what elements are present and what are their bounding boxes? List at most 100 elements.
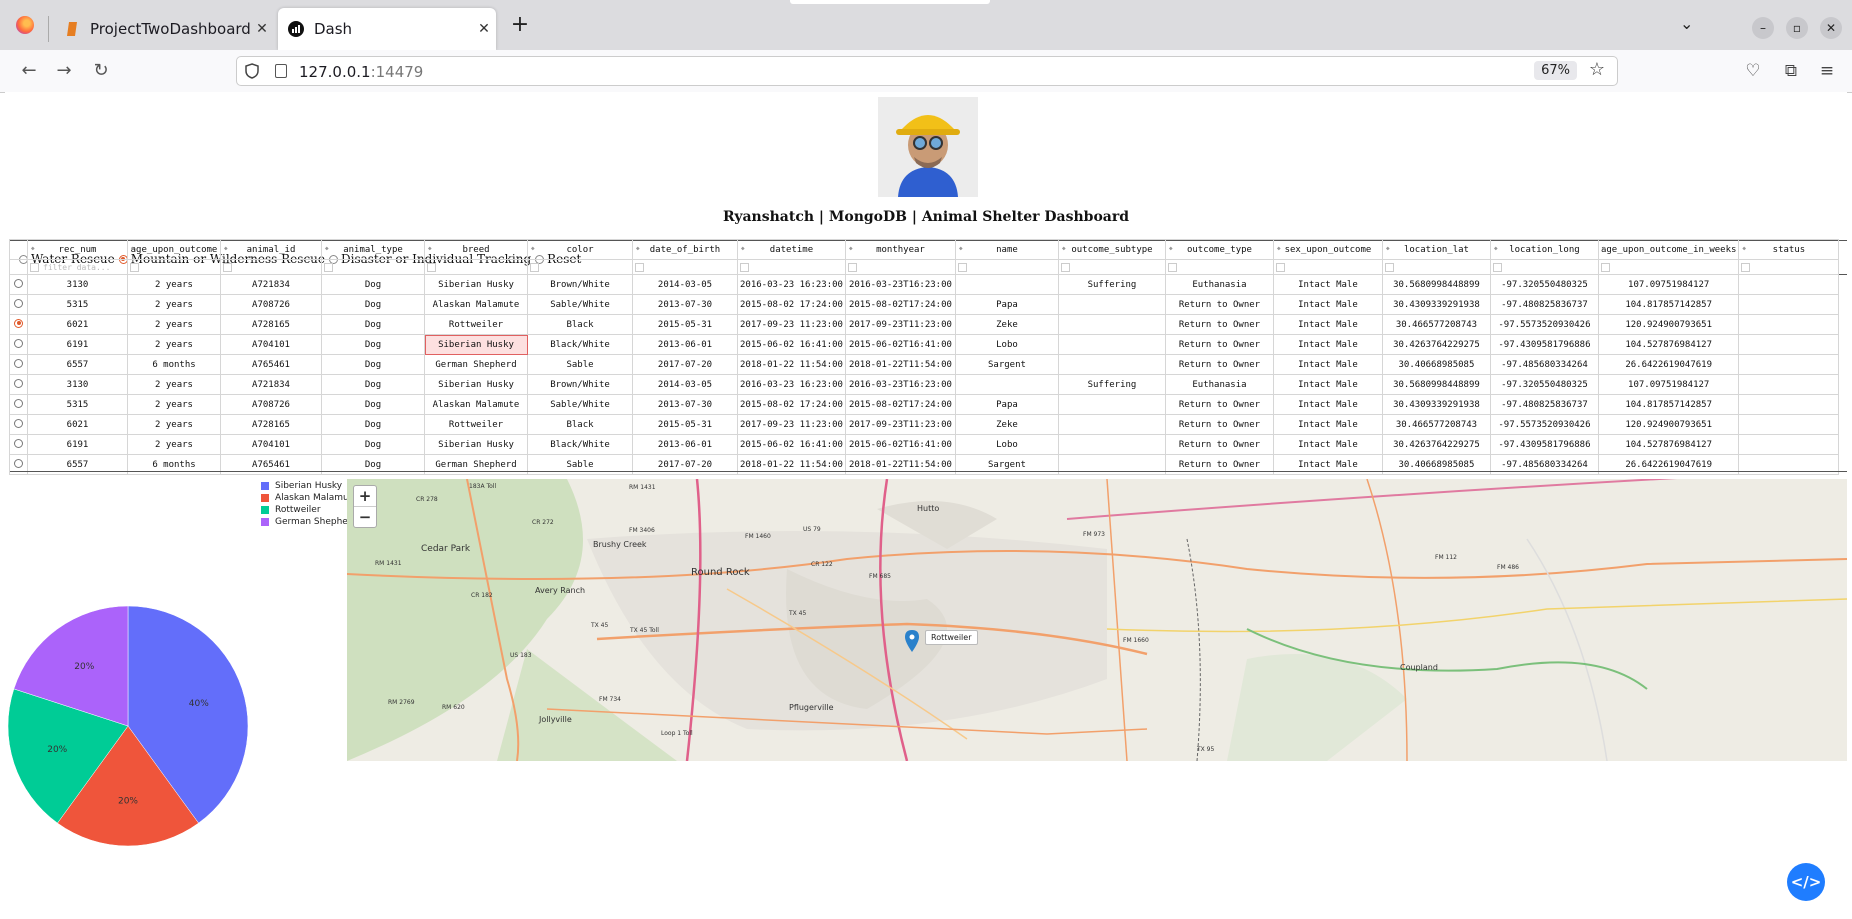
cell-outcome-subtype[interactable] <box>1057 294 1166 315</box>
close-window-button[interactable]: ✕ <box>1820 17 1842 39</box>
cell-breed[interactable]: German Shepherd <box>424 354 528 375</box>
row-select-cell[interactable] <box>9 334 28 355</box>
zoom-in-button[interactable]: + <box>354 486 376 506</box>
page-info-icon[interactable] <box>275 64 287 78</box>
cell-sex-upon-outcome[interactable]: Intact Male <box>1272 354 1383 375</box>
table-row[interactable]: 6021 2 years A728165 Dog Rottweiler Black 2015… <box>9 414 1840 435</box>
cell-rec-num[interactable]: 3130 <box>27 274 128 295</box>
cell-name[interactable] <box>954 374 1059 395</box>
case-toggle-icon[interactable] <box>740 262 749 272</box>
cell-date-of-birth[interactable]: 2014-03-05 <box>632 274 738 295</box>
case-toggle-icon[interactable] <box>130 262 139 272</box>
cell-breed[interactable]: Siberian Husky <box>424 434 528 455</box>
column-header-name[interactable]: ◆ name <box>954 239 1059 260</box>
case-toggle-icon[interactable] <box>427 262 436 272</box>
cell-color[interactable]: Sable/White <box>527 394 633 415</box>
cell-breed[interactable]: Siberian Husky <box>424 334 528 355</box>
row-radio-icon[interactable] <box>14 458 23 468</box>
cell-animal-id[interactable]: A765461 <box>220 354 322 375</box>
case-toggle-icon[interactable] <box>324 262 333 272</box>
table-row[interactable]: 3130 2 years A721834 Dog Siberian Husky Brown… <box>9 274 1840 295</box>
cell-color[interactable]: Black/White <box>527 334 633 355</box>
filter-input-breed[interactable] <box>424 259 528 275</box>
column-header-outcome-type[interactable]: ◆ outcome_type <box>1164 239 1274 260</box>
table-row[interactable]: 6191 2 years A704101 Dog Siberian Husky Black… <box>9 334 1840 355</box>
case-toggle-icon[interactable] <box>847 262 857 272</box>
cell-date-of-birth[interactable]: 2017-07-20 <box>632 354 738 375</box>
filter-input-age-upon-outcome[interactable] <box>127 259 221 275</box>
reload-icon[interactable]: ↻ <box>89 60 113 82</box>
column-header-color[interactable]: ◆ color <box>527 239 633 260</box>
sort-icon[interactable]: ◆ <box>959 245 963 252</box>
column-header-age-upon-outcome[interactable]: ◆ age_upon_outcome <box>127 239 221 260</box>
row-radio-icon[interactable] <box>14 398 23 408</box>
filter-input-location-long[interactable] <box>1489 259 1599 275</box>
cell-age-upon-outcome-in-weeks[interactable]: 107.09751984127 <box>1597 374 1740 395</box>
sort-icon[interactable]: ◆ <box>1494 245 1498 252</box>
cell-animal-id[interactable]: A721834 <box>220 374 322 395</box>
zoom-level-badge[interactable]: 67% <box>1534 61 1577 80</box>
table-row[interactable]: 5315 2 years A708726 Dog Alaskan Malamute Sab… <box>9 394 1840 415</box>
cell-age-upon-outcome-in-weeks[interactable]: 120.924900793651 <box>1597 314 1740 335</box>
column-header-sex-upon-outcome[interactable]: ◆ sex_upon_outcome <box>1272 239 1383 260</box>
legend-item[interactable]: Alaskan Malamute <box>261 492 358 504</box>
sort-icon[interactable]: ◆ <box>325 245 329 252</box>
list-all-tabs-chevron-icon[interactable]: ⌄ <box>1680 14 1693 33</box>
forward-arrow-icon[interactable]: → <box>52 60 76 82</box>
cell-rec-num[interactable]: 5315 <box>27 294 128 315</box>
sort-icon[interactable]: ◆ <box>1386 245 1390 252</box>
cell-location-long[interactable]: -97.4309581796886 <box>1489 434 1599 455</box>
cell-monthyear[interactable]: 2018-01-22T11:54:00 <box>844 354 956 375</box>
sort-icon[interactable]: ◆ <box>1277 245 1281 252</box>
column-header-animal-type[interactable]: ◆ animal_type <box>321 239 425 260</box>
cell-monthyear[interactable]: 2015-06-02T16:41:00 <box>844 334 956 355</box>
cell-monthyear[interactable]: 2015-06-02T16:41:00 <box>844 434 956 455</box>
cell-rec-num[interactable]: 6021 <box>27 414 128 435</box>
column-header-status[interactable]: ◆ status <box>1738 239 1840 260</box>
cell-monthyear[interactable]: 2017-09-23T11:23:00 <box>844 314 956 335</box>
maximize-window-button[interactable]: ▫ <box>1786 17 1808 39</box>
cell-date-of-birth[interactable]: 2013-07-30 <box>632 394 738 415</box>
column-header-animal-id[interactable]: ◆ animal_id <box>220 239 322 260</box>
cell-monthyear[interactable]: 2015-08-02T17:24:00 <box>844 394 956 415</box>
cell-outcome-type[interactable]: Euthanasia <box>1164 374 1274 395</box>
cell-outcome-subtype[interactable] <box>1057 354 1166 375</box>
filter-input-monthyear[interactable] <box>844 259 956 275</box>
cell-date-of-birth[interactable]: 2014-03-05 <box>632 374 738 395</box>
row-radio-icon[interactable] <box>14 418 23 428</box>
cell-sex-upon-outcome[interactable]: Intact Male <box>1272 434 1383 455</box>
filter-input-location-lat[interactable] <box>1381 259 1491 275</box>
cell-location-lat[interactable]: 30.466577208743 <box>1381 414 1491 435</box>
firefox-menu-icon[interactable] <box>16 16 34 34</box>
case-toggle-icon[interactable] <box>1384 262 1394 272</box>
row-radio-icon[interactable] <box>14 298 23 308</box>
cell-name[interactable]: Zeke <box>954 414 1059 435</box>
sort-icon[interactable]: ◆ <box>531 245 535 252</box>
cell-animal-type[interactable]: Dog <box>321 314 425 335</box>
minimize-window-button[interactable]: – <box>1752 17 1774 39</box>
cell-sex-upon-outcome[interactable]: Intact Male <box>1272 334 1383 355</box>
cell-monthyear[interactable]: 2017-09-23T11:23:00 <box>844 414 956 435</box>
cell-date-of-birth[interactable]: 2013-06-01 <box>632 434 738 455</box>
filter-input-age-upon-outcome-in-weeks[interactable] <box>1597 259 1740 275</box>
cell-location-lat[interactable]: 30.5680998448899 <box>1381 374 1491 395</box>
sort-icon[interactable]: ◆ <box>31 245 35 252</box>
back-arrow-icon[interactable]: ← <box>17 60 41 82</box>
cell-rec-num[interactable]: 6191 <box>27 334 128 355</box>
location-map[interactable]: Cedar Park Brushy Creek Round Rock Hutto… <box>347 479 1847 761</box>
cell-animal-type[interactable]: Dog <box>321 414 425 435</box>
cell-animal-id[interactable]: A728165 <box>220 414 322 435</box>
cell-outcome-type[interactable]: Euthanasia <box>1164 274 1274 295</box>
row-select-cell[interactable] <box>9 394 28 415</box>
cell-animal-id[interactable]: A704101 <box>220 434 322 455</box>
cell-rec-num[interactable]: 3130 <box>27 374 128 395</box>
sort-icon[interactable]: ◆ <box>741 245 745 252</box>
sort-icon[interactable]: ◆ <box>1169 245 1173 252</box>
cell-location-lat[interactable]: 30.4309339291938 <box>1381 394 1491 415</box>
cell-age-upon-outcome-in-weeks[interactable]: 104.817857142857 <box>1597 394 1740 415</box>
case-toggle-icon[interactable] <box>1600 262 1610 272</box>
tracking-protection-shield-icon[interactable] <box>245 63 259 79</box>
cell-status[interactable] <box>1738 294 1840 315</box>
filter-input-outcome-subtype[interactable] <box>1057 259 1166 275</box>
cell-breed[interactable]: Siberian Husky <box>424 374 528 395</box>
